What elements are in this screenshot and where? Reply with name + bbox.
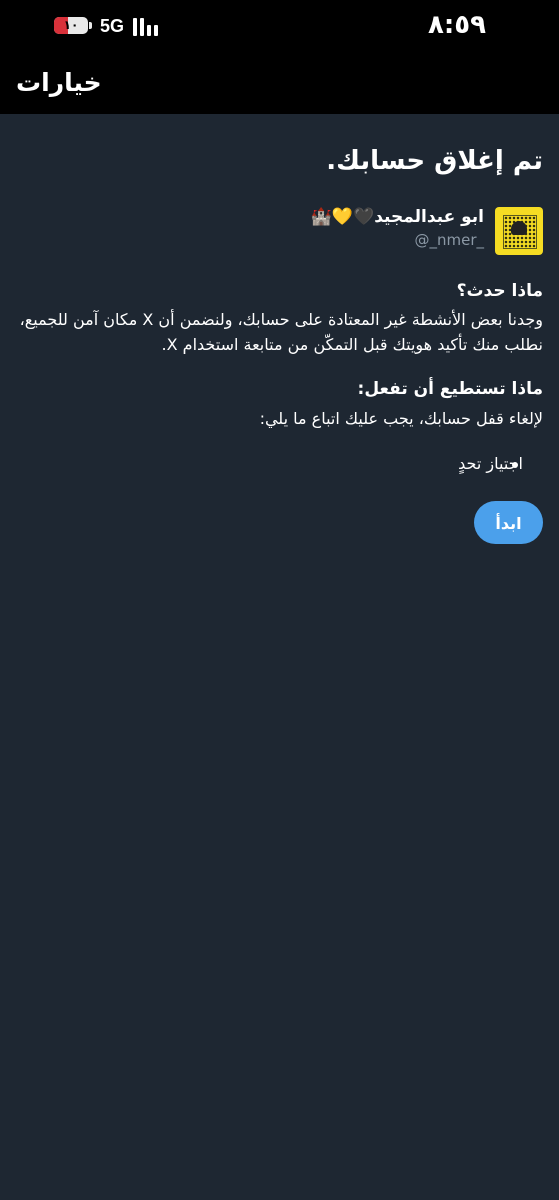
page-title: تم إغلاق حسابك. — [326, 146, 543, 176]
user-name: ابو عبدالمجيد🖤💛🏰 — [310, 207, 484, 227]
what-happened-text: وجدنا بعض الأنشطة غير المعتادة على حسابك… — [19, 310, 543, 354]
options-title[interactable]: خيارات — [16, 68, 102, 97]
status-bar: ١٠ 5G ٨:٥٩ — [0, 0, 559, 54]
what-to-do-heading: ماذا تستطيع أن تفعل: — [357, 379, 543, 399]
what-to-do-text: لإلغاء قفل حسابك، يجب عليك اتباع ما يلي: — [259, 409, 543, 428]
list-item: اجتياز تحدٍ — [458, 454, 523, 473]
user-handle: @_nmer_ — [414, 231, 484, 249]
clock: ٨:٥٩ — [428, 10, 487, 40]
app-bar: خيارات — [0, 54, 559, 114]
network-label: 5G — [100, 16, 125, 36]
what-happened-heading: ماذا حدث؟ — [456, 281, 543, 301]
battery-text: ١٠ — [63, 18, 79, 32]
steps-list: اجتياز تحدٍ — [223, 452, 523, 476]
battery-cap — [89, 22, 92, 29]
ghost-icon — [511, 221, 527, 235]
start-button[interactable]: ابدأ — [474, 501, 543, 544]
battery-icon: ١٠ — [54, 17, 88, 34]
avatar[interactable] — [495, 207, 543, 255]
signal-icon — [133, 17, 163, 37]
